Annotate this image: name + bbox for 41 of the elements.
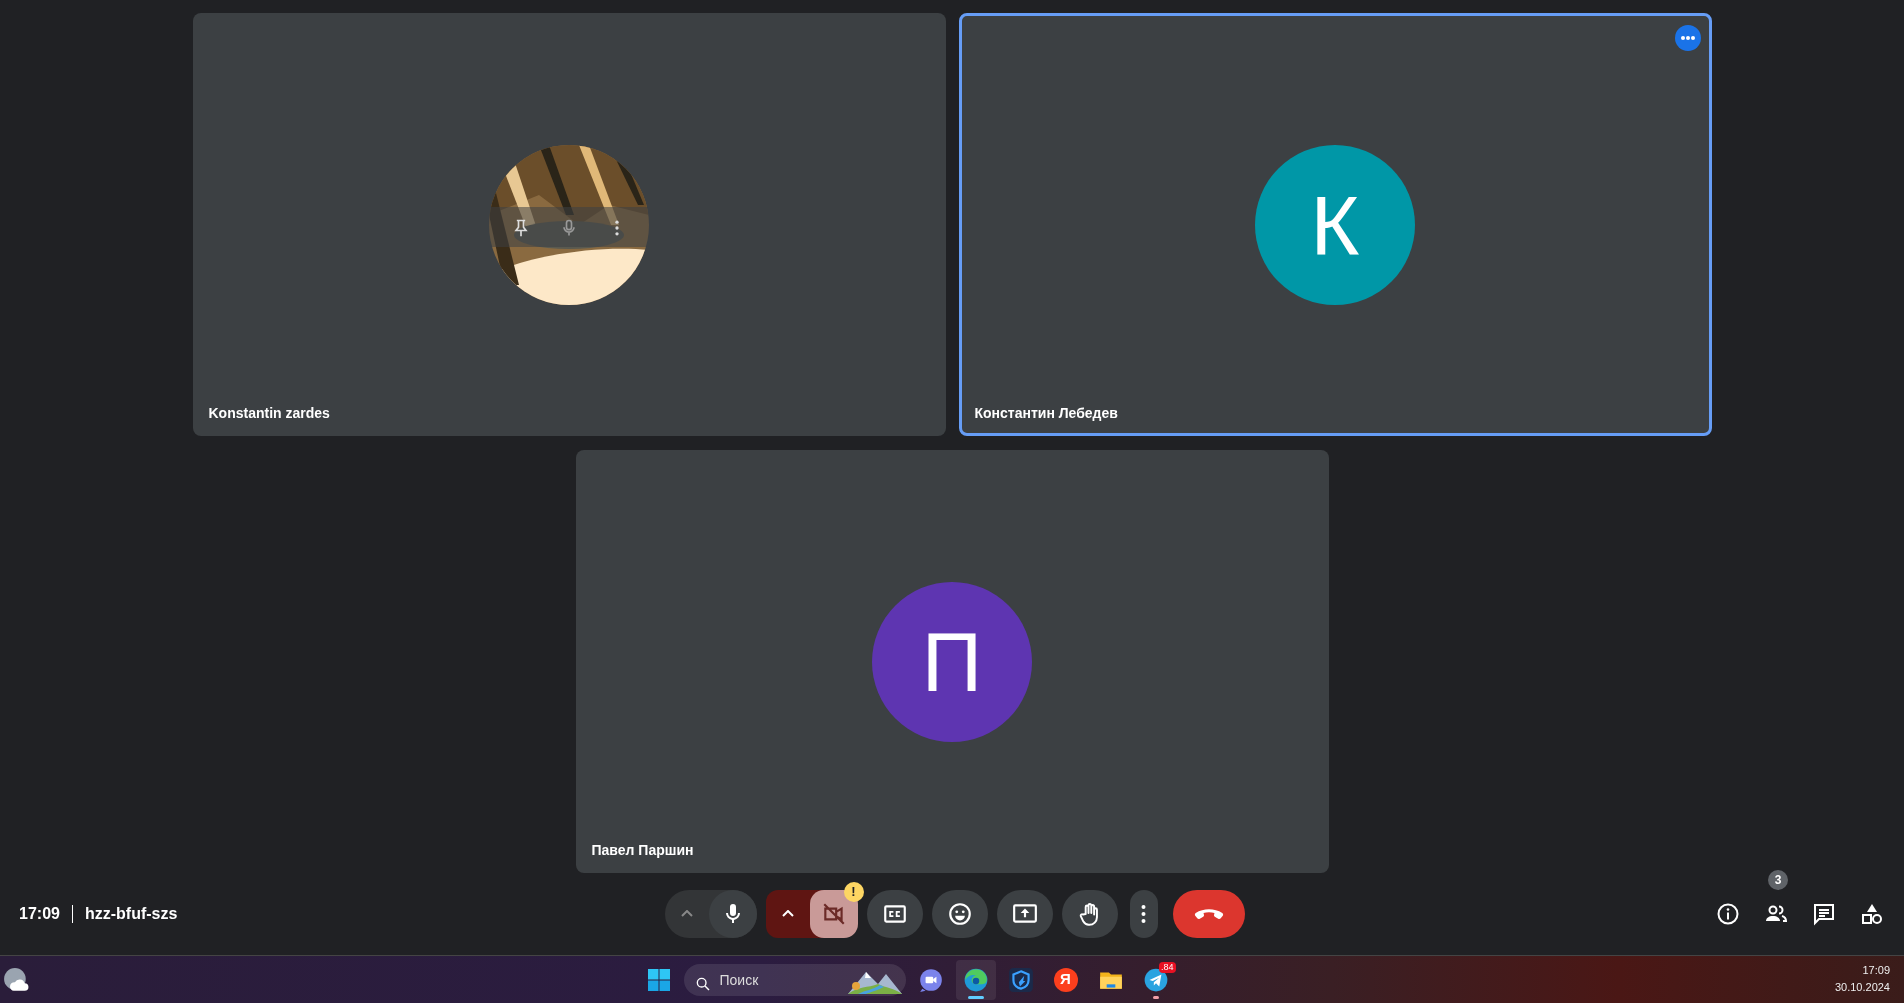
browser-icon [962, 966, 989, 993]
notification-badge: .84 [1159, 961, 1176, 973]
more-icon [1141, 903, 1146, 924]
phone-icon [1193, 908, 1224, 919]
emoji-icon [946, 900, 973, 927]
participant-name: Константин Лебедев [974, 404, 1118, 423]
info-icon [1716, 901, 1740, 926]
caret-icon [680, 910, 693, 917]
participant-name: Konstantin zardes [208, 404, 330, 423]
active-indicator [967, 995, 984, 999]
browser-logo: Я [1053, 967, 1078, 992]
mic-button[interactable] [708, 889, 757, 938]
more-button[interactable] [1674, 25, 1701, 51]
leave-call-button[interactable] [1172, 889, 1245, 938]
search-icon [694, 976, 711, 993]
camera-button[interactable] [809, 889, 858, 938]
present-button[interactable] [996, 889, 1053, 938]
grid-icon [646, 967, 671, 992]
taskbar-app[interactable] [955, 959, 996, 1000]
meeting-time: 17:09 [19, 903, 60, 924]
clock-time: 17:09 [1861, 963, 1890, 978]
more-icon [1679, 35, 1696, 41]
chat-icon [1812, 901, 1836, 926]
avatar-initial: П [921, 614, 983, 711]
avatar-initial: К [1310, 177, 1360, 274]
meeting-code: hzz-bfuf-szs [84, 903, 178, 924]
participant-name: Павел Паршин [591, 841, 694, 860]
reaction-button[interactable] [931, 889, 988, 938]
video-chat-icon [917, 966, 944, 993]
caret-icon [781, 910, 794, 917]
warning-badge: ! [843, 881, 864, 902]
captions-button[interactable] [866, 889, 923, 938]
weather-icon[interactable] [3, 967, 29, 993]
system-clock[interactable]: 17:09 30.10.2024 [1834, 962, 1890, 996]
shield-icon [1007, 966, 1034, 993]
taskbar-app[interactable]: Я [1045, 959, 1086, 1000]
more-options-button[interactable] [1129, 889, 1158, 938]
raise-hand-button[interactable] [1061, 889, 1118, 938]
taskbar-app[interactable]: .84 [1135, 959, 1176, 1000]
participant-count: 3 [1768, 869, 1788, 890]
clock-date: 30.10.2024 [1834, 980, 1890, 995]
